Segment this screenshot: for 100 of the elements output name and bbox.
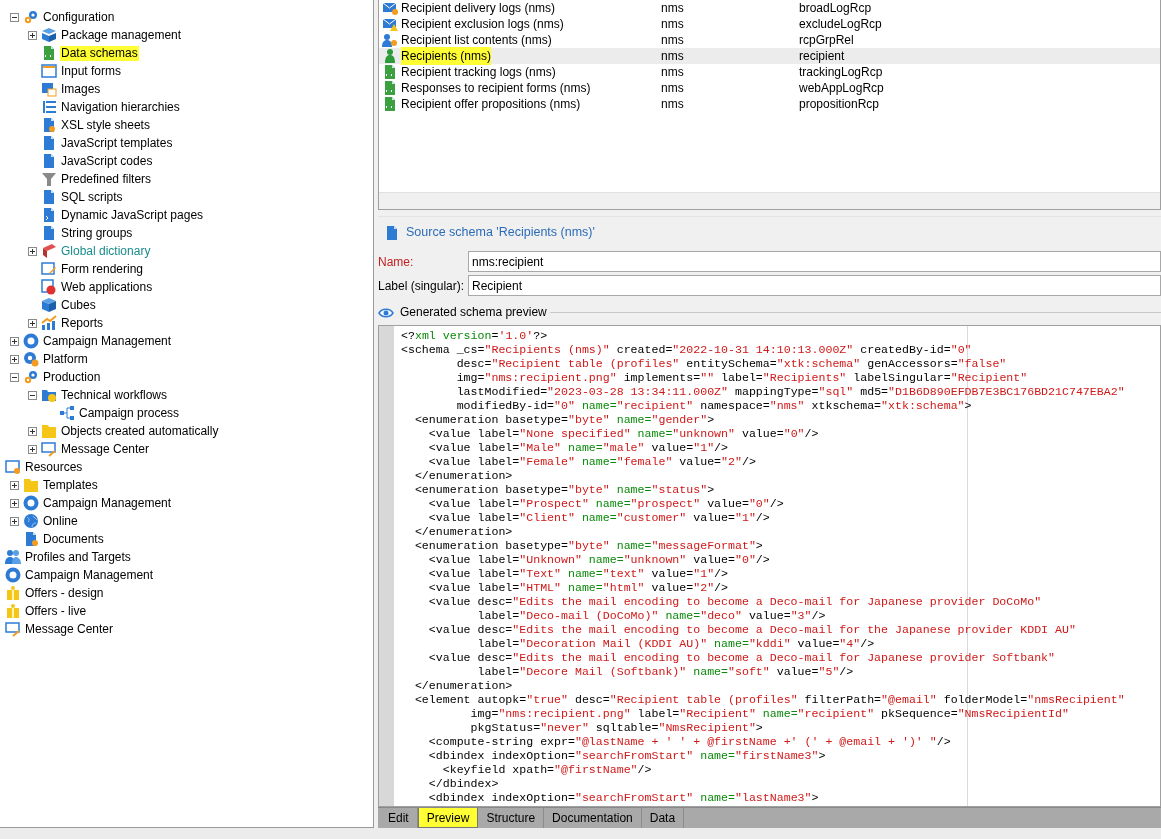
tree-item[interactable]: Documents: [42, 531, 105, 547]
person-icon: [382, 48, 398, 64]
collapse-icon[interactable]: [9, 372, 19, 382]
expand-icon[interactable]: [9, 336, 19, 346]
book-icon: [41, 243, 57, 259]
list-row[interactable]: Recipient offer propositions (nms) nms propositionRcp: [379, 96, 1160, 112]
tree-item[interactable]: Resources: [24, 459, 84, 475]
tree-item[interactable]: Reports: [60, 315, 105, 331]
code-line: label="Deco-mail (DoCoMo)" name="deco" value="3"/>: [476, 609, 827, 623]
list-row[interactable]: Responses to recipient forms (nms) nms webAppLogRcp: [379, 80, 1160, 96]
tree-item[interactable]: String groups: [60, 225, 134, 241]
folder-clock-icon: [41, 387, 57, 403]
tree-item[interactable]: Campaign Management: [24, 567, 155, 583]
input-field[interactable]: nms:recipient: [468, 251, 1161, 272]
code-line: pkgStatus="never" sqltable="NmsRecipient">: [469, 721, 764, 735]
code-line: <schema _cs="Recipients (nms)" created="2022-10-31 14:10:13.000Z" createdBy-id="0": [401, 343, 973, 357]
tree-item[interactable]: Message Center: [24, 621, 115, 637]
tree-item[interactable]: Package management: [60, 27, 183, 43]
code-line: </dbindex>: [427, 777, 500, 791]
collapse-icon[interactable]: [27, 390, 37, 400]
list-row[interactable]: Recipient exclusion logs (nms) nms excludeLogRcp: [379, 16, 1160, 32]
tree-item[interactable]: XSL style sheets: [60, 117, 151, 133]
expand-icon[interactable]: [27, 246, 37, 256]
list-icon: [41, 99, 57, 115]
document-gear-icon: [41, 117, 57, 133]
tree-item[interactable]: Images: [60, 81, 102, 97]
gift-icon: [5, 585, 21, 601]
tree-item[interactable]: Global dictionary: [60, 243, 152, 259]
expand-icon[interactable]: [27, 426, 37, 436]
ring-icon: [23, 495, 39, 511]
collapse-icon[interactable]: [9, 12, 19, 22]
folder-icon: [41, 423, 57, 439]
tree-item[interactable]: Predefined filters: [60, 171, 153, 187]
tree-item[interactable]: Technical workflows: [60, 387, 169, 403]
tree-item[interactable]: Dynamic JavaScript pages: [60, 207, 205, 223]
tree-item[interactable]: Platform: [42, 351, 89, 367]
tree-item[interactable]: Profiles and Targets: [24, 549, 132, 565]
code-line: <value desc="Edits the mail encoding to become a Deco-mail for Japanese provider DoCoMo": [427, 595, 1043, 609]
input-field[interactable]: Recipient: [468, 275, 1161, 296]
schema-label: Recipient tracking logs (nms): [401, 64, 556, 81]
tree-item[interactable]: SQL scripts: [60, 189, 124, 205]
tree-item[interactable]: Production: [42, 369, 102, 385]
code-line: <value desc="Edits the mail encoding to become a Deco-mail for Japanese provider Softbank": [427, 651, 1056, 665]
code-line: img="nms:recipient.png" implements="" label="Recipients" labelSingular="Recipient": [455, 371, 1029, 385]
code-line: label="Decore Mail (Softbank)" name="soft" value="5"/>: [476, 665, 855, 679]
tree-item[interactable]: Offers - live: [24, 603, 88, 619]
tree-item[interactable]: Offers - design: [24, 585, 105, 601]
tree-item[interactable]: Web applications: [60, 279, 154, 295]
tree-item[interactable]: Form rendering: [60, 261, 145, 277]
code-line: <value label="None specified" name="unknown" value="0"/>: [427, 427, 820, 441]
scrollbar[interactable]: [379, 192, 1160, 209]
expand-icon[interactable]: [9, 480, 19, 490]
tree-item[interactable]: JavaScript templates: [60, 135, 174, 151]
expand-icon[interactable]: [27, 444, 37, 454]
tree-item[interactable]: Input forms: [60, 63, 123, 79]
tree-item[interactable]: Templates: [42, 477, 99, 493]
expand-icon[interactable]: [9, 498, 19, 508]
tree-item[interactable]: Online: [42, 513, 79, 529]
envelope-warning-icon: [382, 16, 398, 32]
expand-icon[interactable]: [9, 354, 19, 364]
form-edit-icon: [41, 261, 57, 277]
schema-label: Recipient list contents (nms): [401, 32, 552, 49]
expand-icon[interactable]: [27, 318, 37, 328]
tree-item[interactable]: Campaign process: [78, 405, 181, 421]
expand-icon[interactable]: [27, 30, 37, 40]
window-gear-icon: [5, 459, 21, 475]
preview-title: Generated schema preview: [400, 304, 547, 321]
code-line: desc="Recipient table (profiles" entitySchema="xtk:schema" genAccessors="false": [455, 357, 1008, 371]
code-line: <enumeration basetype="byte" name="status">: [413, 483, 716, 497]
filter-icon: [41, 171, 57, 187]
list-row[interactable]: Recipient list contents (nms) nms rcpGrpRel: [379, 32, 1160, 48]
code-line: img="nms:recipient.png" label="Recipient" name="recipient" pkSequence="NmsRecipientId": [469, 707, 1070, 721]
code-line: <enumeration basetype="byte" name="gender">: [413, 413, 716, 427]
code-line: </enumeration>: [413, 525, 514, 539]
list-row[interactable]: Recipient delivery logs (nms) nms broadLogRcp: [379, 0, 1160, 16]
list-row[interactable]: Recipient tracking logs (nms) nms trackingLogRcp: [379, 64, 1160, 80]
tree-item[interactable]: Campaign Management: [42, 495, 173, 511]
list-row[interactable]: Recipients (nms) nms recipient: [379, 48, 1160, 64]
tree-item[interactable]: Cubes: [60, 297, 97, 313]
field-label: Name:: [378, 253, 415, 271]
code-line: <value label="Text" name="text" value="1"/>: [427, 567, 730, 581]
tree-item[interactable]: Navigation hierarchies: [60, 99, 181, 115]
tree-item[interactable]: JavaScript codes: [60, 153, 154, 169]
name-cell-text: trackingLogRcp: [799, 64, 883, 81]
monitor-icon: [41, 441, 57, 457]
tree-item[interactable]: Campaign Management: [42, 333, 173, 349]
code-line: <dbindex indexOption="searchFromStart" name="firstName3">: [427, 749, 827, 763]
name-cell-text: propositionRcp: [799, 96, 880, 113]
tree-item[interactable]: Data schemas: [60, 45, 139, 61]
expand-icon[interactable]: [9, 516, 19, 526]
namespace-cell-text: nms: [661, 16, 685, 33]
name-cell-text: excludeLogRcp: [799, 16, 882, 33]
globe-icon: [23, 513, 39, 529]
detail-title: Source schema 'Recipients (nms)': [406, 224, 595, 242]
tree-item[interactable]: Message Center: [60, 441, 151, 457]
tree-item[interactable]: Objects created automatically: [60, 423, 220, 439]
tree-item[interactable]: Configuration: [42, 9, 116, 25]
documents-icon: [23, 531, 39, 547]
tab[interactable]: Preview: [417, 808, 479, 828]
code-editor[interactable]: [378, 325, 1161, 807]
